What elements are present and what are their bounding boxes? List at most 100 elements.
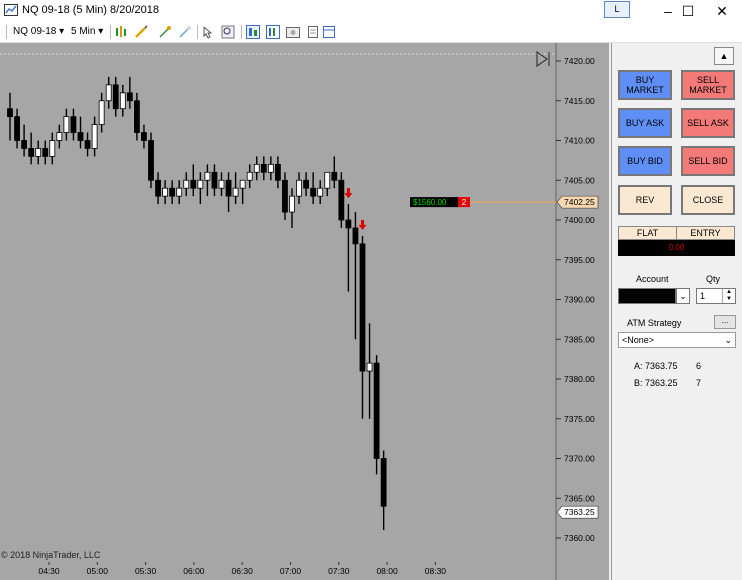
- layout-button[interactable]: L: [604, 1, 630, 18]
- price-tick-label: 7415.00: [564, 96, 595, 106]
- sell-market-button[interactable]: SELL MARKET: [681, 70, 735, 100]
- candle: [112, 76, 119, 117]
- candle: [310, 172, 317, 205]
- chart-toolbar: NQ 09-18 ▾ 5 Min ▾: [0, 22, 742, 43]
- toolbar-separator: [110, 25, 111, 39]
- price-chart[interactable]: 7420.00 7415.00 7410.00 7405.00 7400.00 7395.…: [0, 43, 609, 580]
- time-tick-label: 08:30: [425, 566, 447, 576]
- candle: [63, 108, 70, 141]
- quantity-stepper[interactable]: 1 ▲ ▼: [696, 288, 736, 304]
- candle: [176, 180, 183, 205]
- atm-strategy-label: ATM Strategy: [627, 318, 682, 328]
- candle: [289, 188, 295, 228]
- chart-trader-panel: ▲ BUY MARKET SELL MARKET BUY ASK SELL AS…: [611, 43, 742, 580]
- candle: [239, 179, 246, 205]
- copyright-text: © 2018 NinjaTrader, LLC: [1, 550, 101, 560]
- candle: [141, 124, 147, 149]
- account-label: Account: [636, 274, 669, 284]
- chart-trader-icon[interactable]: [246, 25, 260, 39]
- execution-arrow-icon: [344, 188, 353, 199]
- strategy-icon[interactable]: [178, 25, 192, 39]
- bid-size: 7: [696, 378, 702, 388]
- interval-label: 5 Min: [71, 26, 96, 37]
- bid-price: B: 7363.25: [634, 378, 678, 388]
- interval-selector[interactable]: 5 Min ▾: [71, 26, 103, 37]
- price-tick-label: 7380.00: [564, 374, 595, 384]
- scroll-to-end-icon[interactable]: [536, 51, 550, 67]
- toolbar-separator: [241, 25, 242, 39]
- candle: [225, 172, 232, 213]
- chart-canvas[interactable]: 7420.00 7415.00 7410.00 7405.00 7400.00 7395.…: [0, 43, 609, 580]
- candle: [204, 164, 211, 197]
- share-icon[interactable]: [306, 25, 320, 39]
- candle: [267, 156, 274, 181]
- atm-strategy-options-button[interactable]: ...: [714, 315, 736, 329]
- chevron-down-icon: ⌄: [724, 335, 732, 345]
- zoom-icon[interactable]: [221, 25, 235, 39]
- candle: [324, 171, 331, 197]
- candle: [260, 156, 267, 181]
- candle: [317, 180, 324, 205]
- price-tick-label: 7375.00: [564, 414, 595, 424]
- panel-scroll-up-button[interactable]: ▲: [714, 47, 734, 65]
- account-select[interactable]: [618, 288, 676, 304]
- candle: [28, 132, 35, 165]
- position-pnl-label: $1560.00: [413, 198, 447, 207]
- candle: [7, 92, 13, 141]
- price-tick-label: 7365.00: [564, 493, 595, 503]
- time-tick-label: 07:00: [280, 566, 302, 576]
- candle: [49, 132, 56, 165]
- sell-ask-button[interactable]: SELL ASK: [681, 108, 735, 138]
- drawing-tool-icon[interactable]: [134, 25, 148, 39]
- screenshot-icon[interactable]: [286, 25, 300, 39]
- buy-bid-button[interactable]: BUY BID: [618, 146, 672, 176]
- candle: [190, 164, 197, 197]
- candle: [232, 172, 239, 205]
- price-tick-label: 7400.00: [564, 215, 595, 225]
- quantity-label: Qty: [706, 274, 721, 284]
- toolbar-separator: [197, 25, 198, 39]
- quantity-spin-icon[interactable]: ▲ ▼: [722, 289, 735, 303]
- unrealized-pnl: 0.00: [618, 240, 735, 256]
- close-window-button[interactable]: ✕: [702, 0, 742, 22]
- candle: [359, 235, 366, 419]
- candle: [35, 140, 42, 165]
- properties-icon[interactable]: [322, 25, 336, 39]
- reverse-button[interactable]: REV: [618, 185, 672, 215]
- data-box-icon[interactable]: [266, 25, 280, 39]
- atm-strategy-select[interactable]: <None> ⌄: [618, 332, 736, 348]
- title-bar: NQ 09-18 (5 Min) 8/20/2018 L – ☐ ✕: [0, 0, 742, 22]
- candle: [105, 76, 112, 109]
- candle: [246, 164, 253, 189]
- window-title: NQ 09-18 (5 Min) 8/20/2018: [22, 4, 159, 16]
- time-tick-label: 06:00: [183, 566, 205, 576]
- candle: [77, 116, 84, 149]
- price-tick-label: 7420.00: [564, 56, 595, 66]
- indicator-icon[interactable]: [158, 25, 172, 39]
- candle: [98, 92, 105, 133]
- bars-type-icon[interactable]: [114, 25, 128, 39]
- time-tick-label: 08:00: [376, 566, 398, 576]
- candle: [70, 108, 77, 141]
- buy-ask-button[interactable]: BUY ASK: [618, 108, 672, 138]
- price-tick-label: 7360.00: [564, 533, 595, 543]
- sell-bid-button[interactable]: SELL BID: [681, 146, 735, 176]
- candle: [197, 172, 204, 205]
- price-tick-label: 7405.00: [564, 175, 595, 185]
- ask-size: 6: [696, 361, 702, 371]
- time-tick-label: 07:30: [328, 566, 350, 576]
- candle: [126, 76, 133, 109]
- candle: [155, 172, 161, 205]
- price-tick-label: 7395.00: [564, 255, 595, 265]
- candle: [14, 108, 20, 149]
- buy-market-button[interactable]: BUY MARKET: [618, 70, 672, 100]
- instrument-selector[interactable]: NQ 09-18 ▾: [13, 26, 64, 37]
- candle: [274, 156, 281, 189]
- account-dropdown-arrow[interactable]: ⌄: [676, 288, 690, 304]
- candle: [42, 140, 49, 165]
- price-tick-label: 7410.00: [564, 136, 595, 146]
- cursor-icon[interactable]: [201, 25, 215, 39]
- last-price-label: 7363.25: [564, 507, 595, 517]
- candle: [380, 450, 387, 531]
- close-position-button[interactable]: CLOSE: [681, 185, 735, 215]
